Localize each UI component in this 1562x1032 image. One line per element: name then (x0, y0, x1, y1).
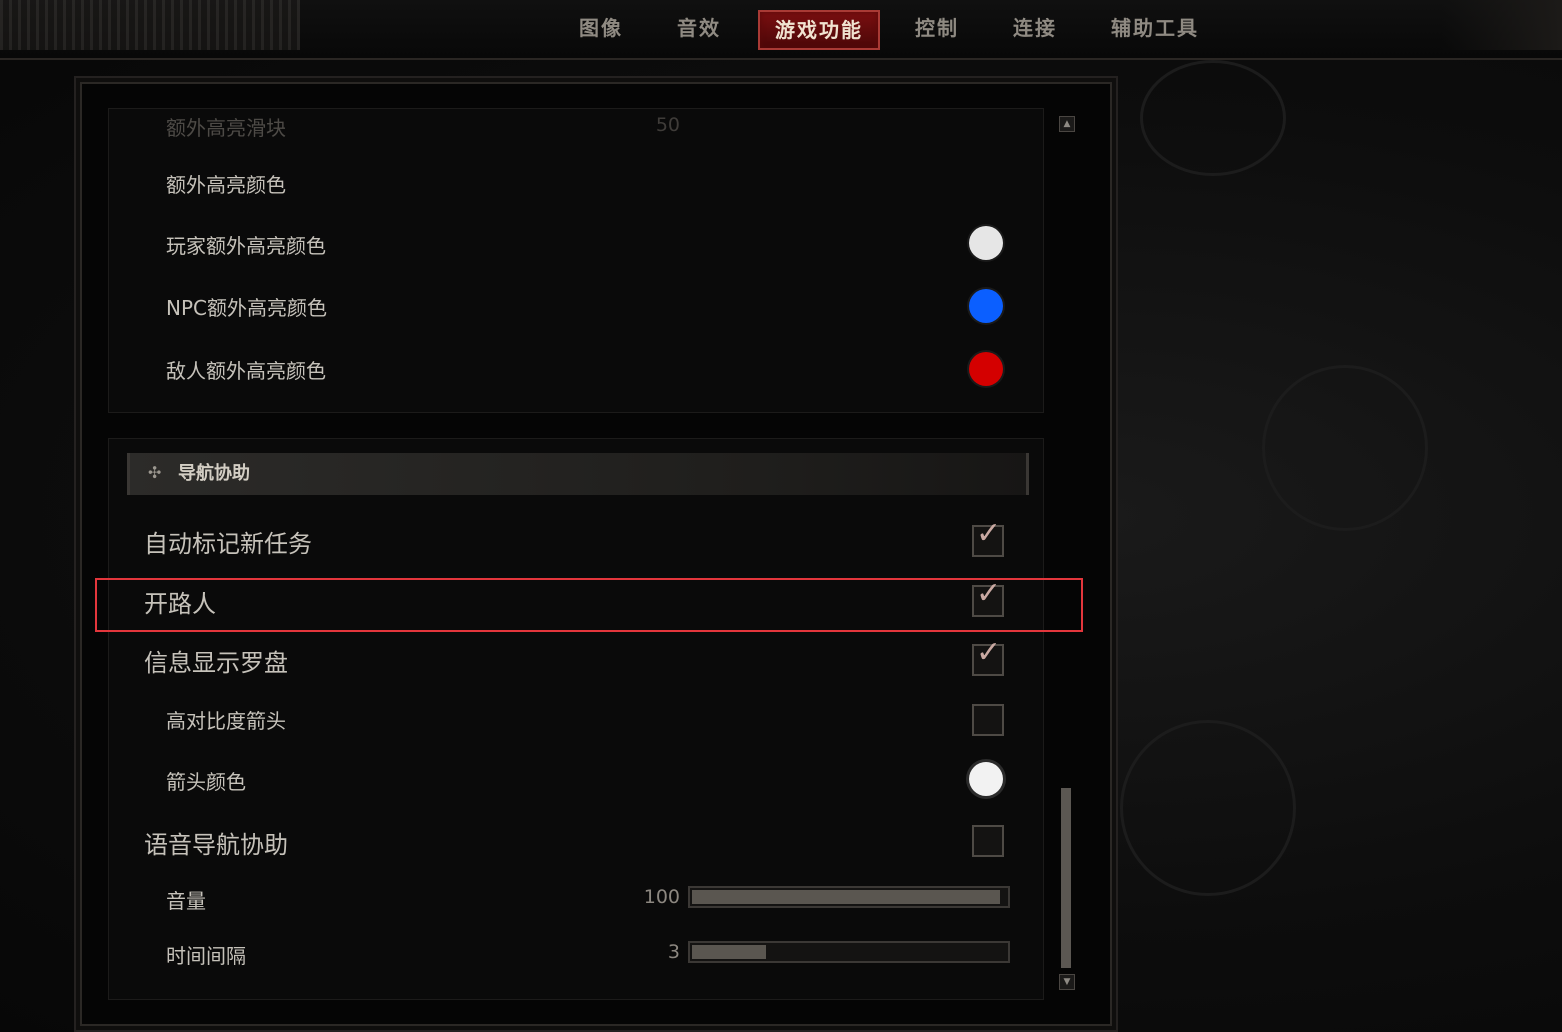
partial-row-value: 50 (655, 114, 680, 136)
volume-slider[interactable] (688, 886, 1010, 908)
interval-slider[interactable] (688, 941, 1010, 963)
npc-highlight-color-label: NPC额外高亮颜色 (166, 296, 327, 320)
high-contrast-arrow-label: 高对比度箭头 (166, 709, 286, 733)
interval-value: 3 (667, 941, 680, 963)
tab-gameplay[interactable]: 游戏功能 (758, 10, 880, 50)
arrow-color-label: 箭头颜色 (166, 770, 246, 794)
enemy-highlight-color-label: 敌人额外高亮颜色 (166, 359, 326, 383)
background-sigil (1140, 60, 1286, 176)
player-highlight-color-label: 玩家额外高亮颜色 (166, 234, 326, 258)
arrow-color-swatch[interactable] (969, 762, 1003, 796)
partial-row-label: 额外高亮滑块 (166, 116, 286, 140)
volume-value: 100 (643, 886, 680, 908)
voice-navigation-label: 语音导航协助 (144, 831, 288, 859)
enemy-color-swatch[interactable] (969, 352, 1003, 386)
check-icon: ✓ (976, 635, 1002, 670)
tab-accessibility[interactable]: 辅助工具 (1100, 10, 1210, 46)
background-sigil (1120, 720, 1296, 896)
tab-sound[interactable]: 音效 (664, 10, 734, 46)
navigation-section-header: ✣ 导航协助 (127, 453, 1029, 495)
scroll-down-arrow-icon[interactable]: ▼ (1059, 974, 1075, 990)
auto-mark-quest-label: 自动标记新任务 (144, 530, 312, 558)
interval-slider-fill (692, 945, 766, 959)
scroll-thumb[interactable] (1061, 788, 1071, 968)
compass-label: 信息显示罗盘 (144, 649, 288, 677)
tab-graphics[interactable]: 图像 (566, 10, 636, 46)
check-icon: ✓ (976, 516, 1002, 551)
scroll-up-arrow-icon[interactable]: ▲ (1059, 116, 1075, 132)
high-contrast-arrow-checkbox[interactable] (972, 704, 1004, 736)
volume-slider-fill (692, 890, 1000, 904)
decorative-ornament-right (1442, 0, 1562, 50)
compass-checkbox[interactable]: ✓ (972, 638, 1004, 676)
extra-highlight-color-label: 额外高亮颜色 (166, 173, 286, 197)
auto-mark-quest-checkbox[interactable]: ✓ (972, 519, 1004, 557)
background-sigil (1262, 365, 1428, 531)
top-nav-bar: 图像 音效 游戏功能 控制 连接 辅助工具 (0, 0, 1562, 60)
tab-controls[interactable]: 控制 (902, 10, 972, 46)
diamond-cross-icon: ✣ (148, 463, 162, 482)
selection-highlight-box (95, 578, 1083, 632)
voice-navigation-checkbox[interactable] (972, 825, 1004, 857)
tab-connection[interactable]: 连接 (1000, 10, 1070, 46)
volume-label: 音量 (166, 889, 206, 913)
decorative-ornament (0, 0, 300, 50)
settings-scrollbar[interactable]: ▲ ▼ (1058, 112, 1075, 992)
interval-label: 时间间隔 (166, 944, 246, 968)
player-color-swatch[interactable] (969, 226, 1003, 260)
npc-color-swatch[interactable] (969, 289, 1003, 323)
section-title: 导航协助 (178, 463, 250, 484)
